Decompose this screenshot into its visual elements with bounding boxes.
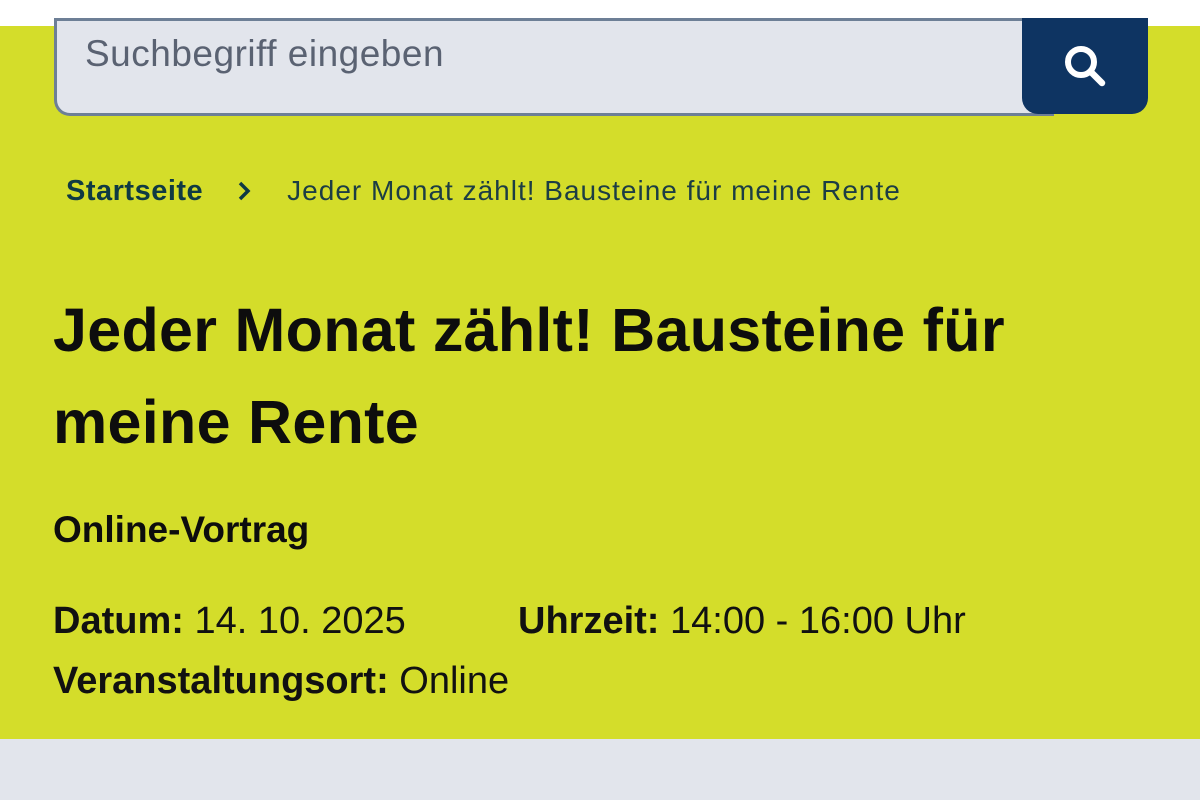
breadcrumb-home-link[interactable]: Startseite	[66, 175, 203, 208]
page-title: Jeder Monat zählt! Bausteine für meine R…	[53, 296, 1005, 456]
event-header: Startseite Jeder Monat zählt! Bausteine …	[0, 18, 1200, 739]
event-date: Datum: 14. 10. 2025	[53, 600, 406, 643]
breadcrumb: Startseite Jeder Monat zählt! Bausteine …	[66, 171, 901, 211]
content-area	[0, 739, 1200, 800]
place-value: Online	[399, 660, 510, 702]
date-value: 14. 10. 2025	[194, 600, 406, 642]
page: Startseite Jeder Monat zählt! Bausteine …	[0, 0, 1200, 800]
time-label: Uhrzeit:	[518, 600, 660, 642]
search-button[interactable]	[1022, 18, 1148, 114]
event-place: Veranstaltungsort: Online	[53, 660, 509, 703]
search-icon	[1062, 43, 1108, 89]
time-value: 14:00 - 16:00 Uhr	[670, 600, 966, 642]
place-label: Veranstaltungsort:	[53, 660, 389, 702]
event-type: Online-Vortrag	[53, 509, 310, 550]
breadcrumb-current: Jeder Monat zählt! Bausteine für meine R…	[287, 175, 901, 206]
search-input[interactable]	[85, 21, 1025, 87]
event-time: Uhrzeit: 14:00 - 16:00 Uhr	[518, 600, 966, 643]
chevron-right-icon	[237, 180, 251, 202]
search-field[interactable]	[54, 18, 1054, 116]
date-label: Datum:	[53, 600, 184, 642]
